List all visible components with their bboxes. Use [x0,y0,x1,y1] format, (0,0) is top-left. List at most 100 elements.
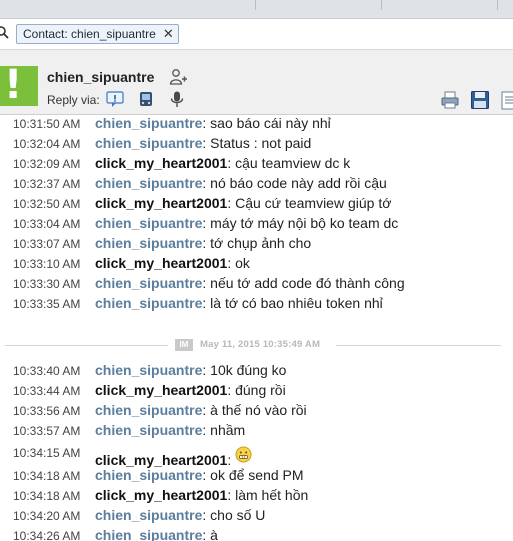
message-body: chien_sipuantre: Status : not paid [95,135,311,151]
separator-line [5,345,168,346]
chat-transcript[interactable]: 10:31:50 AM chien_sipuantre: sao báo cái… [0,115,513,541]
message-timestamp: 10:34:18 AM [13,469,81,483]
message-sender: chien_sipuantre [95,215,203,231]
message-timestamp: 10:33:35 AM [13,297,81,311]
chat-message: 10:33:56 AM chien_sipuantre: à thế nó và… [0,401,513,421]
chat-message: 10:34:20 AM chien_sipuantre: cho số U [0,506,513,526]
grimace-emoticon-icon [235,446,252,463]
chat-message: 10:31:50 AM chien_sipuantre: sao báo cái… [0,115,513,134]
chat-message: 10:33:04 AM chien_sipuantre: máy tớ máy … [0,214,513,234]
strip-divider [255,0,256,10]
message-body: chien_sipuantre: cho số U [95,507,265,523]
session-separator: IM May 11, 2015 10:35:49 AM [0,336,513,356]
message-text: : Status : not paid [202,135,312,151]
chat-message: 10:34:15 AM click_my_heart2001: [0,443,513,468]
add-contact-icon[interactable] [169,68,187,86]
message-sender: chien_sipuantre [95,527,203,541]
message-sender: chien_sipuantre [95,275,203,291]
message-body: chien_sipuantre: nhầm [95,422,245,438]
message-timestamp: 10:32:37 AM [13,177,81,191]
message-timestamp: 10:34:15 AM [13,446,81,460]
message-body: chien_sipuantre: ok để send PM [95,467,304,483]
message-body: click_my_heart2001: đúng rồi [95,382,286,398]
chat-message: 10:33:35 AM chien_sipuantre: là tớ có ba… [0,294,513,314]
message-text: : à thế nó vào rồi [202,402,307,418]
message-timestamp: 10:32:04 AM [13,137,81,151]
message-text: : đúng rồi [227,382,286,398]
message-text: : Cậu cứ teamview giúp tớ [227,195,392,211]
chat-message: 10:34:18 AM click_my_heart2001: làm hết … [0,486,513,506]
message-text: : máy tớ máy nội bộ ko team dc [202,215,399,231]
chat-message: 10:33:07 AM chien_sipuantre: tớ chụp ảnh… [0,234,513,254]
message-text: : cho số U [202,507,266,523]
chat-message: 10:33:44 AM click_my_heart2001: đúng rồi [0,381,513,401]
message-body: click_my_heart2001: ok [95,255,250,271]
message-text: : nếu tớ add code đó thành công [202,275,405,291]
message-sender: click_my_heart2001 [95,382,228,398]
message-body: click_my_heart2001: cậu teamview dc k [95,155,350,171]
print-icon[interactable] [440,90,460,110]
message-timestamp: 10:34:26 AM [13,529,81,541]
message-timestamp: 10:33:44 AM [13,384,81,398]
message-text: : tớ chụp ảnh cho [202,235,312,251]
message-sender: chien_sipuantre [95,422,203,438]
chat-message: 10:33:30 AM chien_sipuantre: nếu tớ add … [0,274,513,294]
message-body: chien_sipuantre: nếu tớ add code đó thàn… [95,275,405,291]
message-text: : à [202,527,218,541]
message-sender: chien_sipuantre [95,175,203,191]
message-body: click_my_heart2001: Cậu cứ teamview giúp… [95,195,391,211]
message-body: chien_sipuantre: máy tớ máy nội bộ ko te… [95,215,398,231]
message-timestamp: 10:34:18 AM [13,489,81,503]
im-badge: IM [175,339,193,351]
message-sender: chien_sipuantre [95,295,203,311]
contact-filter-chip[interactable]: Contact: chien_sipuantre ✕ [16,24,179,44]
message-text: : sao báo cái này nhỉ [202,115,331,131]
save-icon[interactable] [470,90,490,110]
message-timestamp: 10:33:10 AM [13,257,81,271]
message-timestamp: 10:33:40 AM [13,364,81,378]
search-icon[interactable] [0,26,10,40]
sms-icon[interactable] [137,90,155,108]
strip-divider [497,0,498,10]
filter-bar: Contact: chien_sipuantre ✕ [0,19,513,50]
message-sender: chien_sipuantre [95,235,203,251]
message-body: chien_sipuantre: là tớ có bao nhiêu toke… [95,295,383,311]
close-icon[interactable]: ✕ [163,25,174,43]
message-timestamp: 10:33:30 AM [13,277,81,291]
message-body: chien_sipuantre: à [95,527,218,541]
exclamation-icon: ! [4,62,23,108]
message-text: : là tớ có bao nhiêu token nhỉ [202,295,383,311]
chat-message: 10:34:26 AM chien_sipuantre: à [0,526,513,541]
message-sender: chien_sipuantre [95,402,203,418]
message-sender: chien_sipuantre [95,362,203,378]
message-timestamp: 10:32:09 AM [13,157,81,171]
message-timestamp: 10:33:57 AM [13,424,81,438]
chat-message: 10:33:40 AM chien_sipuantre: 10k đúng ko [0,361,513,381]
session-date: May 11, 2015 10:35:49 AM [200,339,321,350]
message-body: chien_sipuantre: sao báo cái này nhỉ [95,115,331,131]
im-icon[interactable] [106,90,124,108]
chat-message: 10:32:50 AM click_my_heart2001: Cậu cứ t… [0,194,513,214]
message-text: : ok [227,255,250,271]
message-sender: chien_sipuantre [95,135,203,151]
message-body: click_my_heart2001: [95,446,252,468]
message-timestamp: 10:31:50 AM [13,117,81,131]
document-icon[interactable] [500,90,513,110]
voice-icon[interactable] [168,90,186,108]
chat-message: 10:32:09 AM click_my_heart2001: cậu team… [0,154,513,174]
contact-avatar: ! [0,62,38,108]
separator-line [336,345,501,346]
message-sender: click_my_heart2001 [95,155,228,171]
message-sender: chien_sipuantre [95,467,203,483]
chat-message: 10:33:57 AM chien_sipuantre: nhầm [0,421,513,441]
chat-message: 10:33:10 AM click_my_heart2001: ok [0,254,513,274]
message-text: : nhầm [202,422,246,438]
conversation-header: ! chien_sipuantre Reply via: [0,50,513,115]
chat-message: 10:34:18 AM chien_sipuantre: ok để send … [0,466,513,486]
message-sender: click_my_heart2001 [95,487,228,503]
message-body: click_my_heart2001: làm hết hồn [95,487,308,503]
message-body: chien_sipuantre: nó báo code này add rồi… [95,175,387,191]
contact-name: chien_sipuantre [47,69,155,85]
message-text: : nó báo code này add rồi cậu [202,175,387,191]
message-sender: click_my_heart2001 [95,195,228,211]
